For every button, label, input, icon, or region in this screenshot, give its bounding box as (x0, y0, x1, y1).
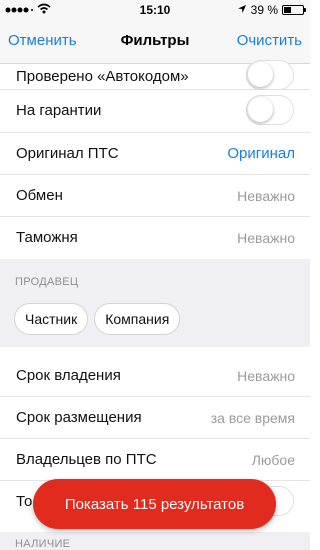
battery-icon (282, 5, 306, 15)
filter-label: Срок владения (16, 367, 121, 384)
filter-label: Срок размещения (16, 409, 142, 426)
filter-row-customs[interactable]: Таможня Неважно (0, 217, 310, 259)
seller-section: ПРОДАВЕЦ Частник Компания (0, 259, 310, 347)
seller-chips: Частник Компания (14, 303, 181, 335)
filter-value: Неважно (237, 230, 295, 246)
filter-row-exchange[interactable]: Обмен Неважно (0, 175, 310, 217)
filter-label: Оригинал ПТС (16, 145, 119, 162)
nav-bar: Отменить Фильтры Очистить (0, 20, 310, 64)
filter-value: Неважно (237, 188, 295, 204)
filter-row-warranty[interactable]: На гарантии (0, 90, 310, 133)
filter-value: Любое (251, 452, 295, 468)
filter-label: Таможня (16, 229, 78, 246)
section-header-availability: НАЛИЧИЕ (15, 538, 71, 550)
filter-label: Владельцев по ПТС (16, 451, 157, 468)
battery-percent: 39 % (250, 3, 278, 17)
toggle-knob (248, 97, 273, 122)
section-header-seller: ПРОДАВЕЦ (15, 276, 79, 288)
clear-button[interactable]: Очистить (237, 32, 302, 49)
filters-list: Проверено «Автокодом» На гарантии Оригин… (0, 60, 310, 550)
filter-row-original-pts[interactable]: Оригинал ПТС Оригинал (0, 133, 310, 175)
filter-label: То (16, 493, 33, 510)
chip-private[interactable]: Частник (14, 303, 89, 335)
toggle-knob (248, 62, 273, 87)
autocode-toggle[interactable] (246, 60, 294, 90)
status-right: 39 % (237, 3, 306, 17)
show-results-button[interactable]: Показать 115 результатов (33, 479, 276, 529)
filter-value: Неважно (237, 368, 295, 384)
filter-row-autocode[interactable]: Проверено «Автокодом» (0, 60, 310, 90)
filter-row-listing-term[interactable]: Срок размещения за все время (0, 397, 310, 439)
filter-value: за все время (210, 410, 295, 426)
filter-row-owners-count[interactable]: Владельцев по ПТС Любое (0, 439, 310, 481)
chip-company[interactable]: Компания (94, 303, 181, 335)
filter-label: На гарантии (16, 102, 102, 119)
warranty-toggle[interactable] (246, 95, 294, 125)
location-arrow-icon (237, 3, 247, 17)
status-bar: 15:10 39 % (0, 0, 310, 20)
filters-screen: 15:10 39 % Отменить Фильтры Очистить Про… (0, 0, 310, 550)
filter-label: Проверено «Автокодом» (16, 68, 189, 85)
filter-value: Оригинал (227, 145, 295, 162)
filter-row-ownership-term[interactable]: Срок владения Неважно (0, 355, 310, 397)
battery-fill (284, 7, 292, 13)
filter-label: Обмен (16, 187, 63, 204)
